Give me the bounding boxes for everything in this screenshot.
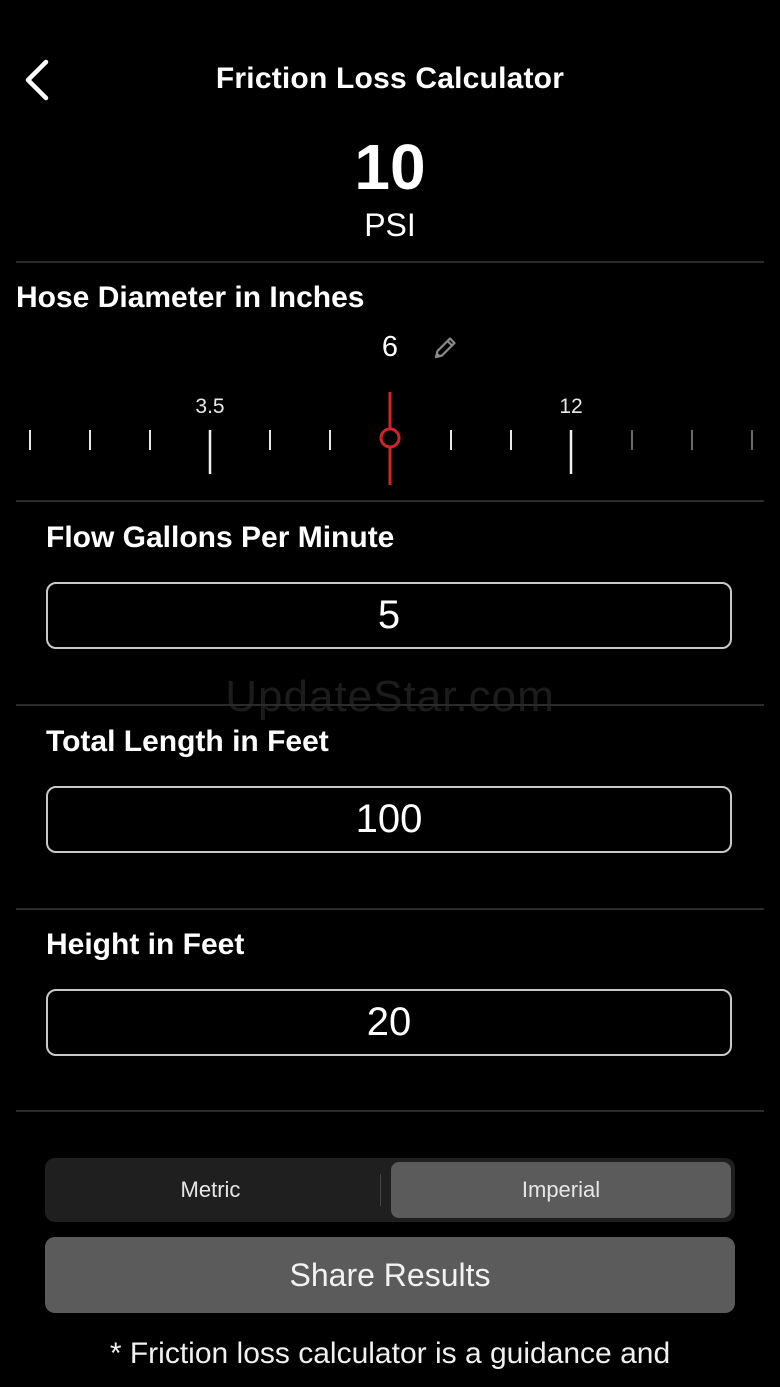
hose-diameter-label: Hose Diameter in Inches [16, 281, 365, 314]
watermark: UpdateStar.com [225, 672, 555, 721]
share-results-button[interactable]: Share Results [45, 1237, 735, 1313]
result-unit: PSI [364, 207, 416, 243]
length-input[interactable]: 100 [46, 786, 732, 853]
segment-metric[interactable]: Metric [49, 1162, 372, 1218]
height-input[interactable]: 20 [46, 989, 732, 1056]
result-value: 10 [354, 131, 426, 203]
segment-separator [380, 1174, 381, 1206]
divider [16, 908, 764, 910]
pencil-icon[interactable] [432, 335, 458, 361]
diameter-ruler-slider[interactable]: 3.5 12 [0, 392, 780, 488]
segment-imperial[interactable]: Imperial [391, 1162, 731, 1218]
length-label: Total Length in Feet [46, 725, 329, 758]
hose-diameter-value: 6 [381, 331, 399, 363]
height-label: Height in Feet [46, 928, 245, 961]
ruler-label-3-5: 3.5 [195, 395, 224, 418]
ruler-label-12: 12 [559, 395, 582, 418]
divider [16, 1110, 764, 1112]
flow-input[interactable]: 5 [46, 582, 732, 649]
divider [16, 500, 764, 502]
flow-label: Flow Gallons Per Minute [46, 521, 395, 554]
ruler-indicator[interactable] [379, 392, 401, 485]
divider [16, 261, 764, 263]
divider [16, 704, 764, 706]
units-segmented-control: Metric Imperial [45, 1158, 735, 1222]
footnote: * Friction loss calculator is a guidance… [109, 1337, 671, 1370]
header: Friction Loss Calculator [0, 40, 780, 120]
page-title: Friction Loss Calculator [215, 62, 565, 95]
